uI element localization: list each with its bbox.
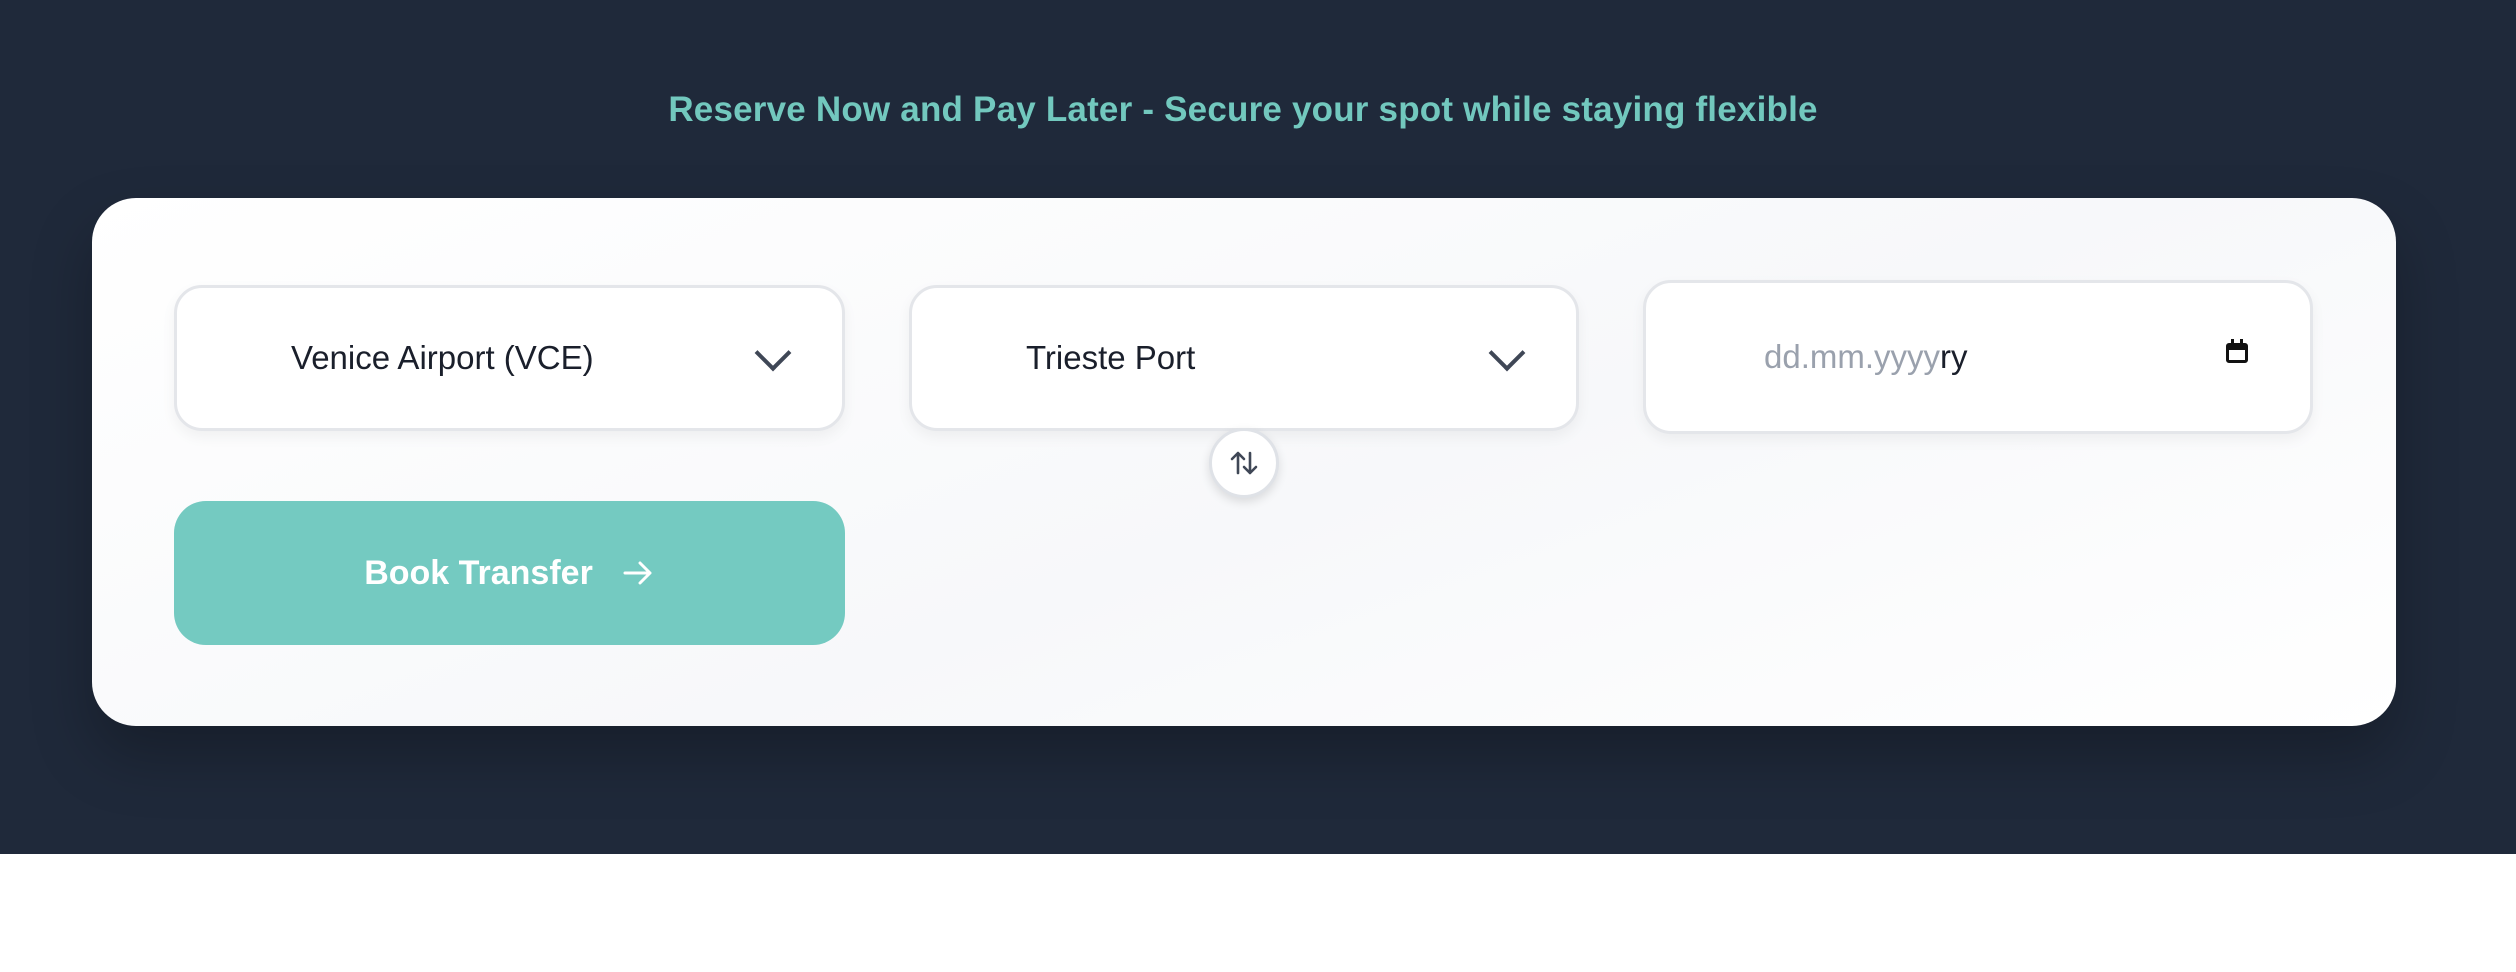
- book-transfer-label: Book Transfer: [364, 553, 593, 592]
- chevron-down-icon: [754, 334, 792, 372]
- date-input[interactable]: dd.mm.yyyyry: [1643, 280, 2313, 434]
- swap-locations-button[interactable]: [1209, 428, 1279, 498]
- date-placeholder: dd.mm.yyyy: [1764, 338, 1941, 375]
- to-location-select[interactable]: Trieste Port: [909, 285, 1579, 431]
- swap-vertical-icon: [1230, 451, 1258, 475]
- tagline: Reserve Now and Pay Later - Secure your …: [668, 90, 1818, 129]
- chevron-down-icon: [1488, 334, 1526, 372]
- arrow-right-icon: [623, 561, 652, 585]
- date-overlap-text: ry: [1940, 338, 1968, 375]
- to-location-value: Trieste Port: [1026, 339, 1196, 376]
- calendar-icon[interactable]: [2226, 339, 2248, 363]
- from-location-select[interactable]: Venice Airport (VCE): [174, 285, 845, 431]
- book-transfer-button[interactable]: Book Transfer: [174, 501, 845, 645]
- from-location-value: Venice Airport (VCE): [291, 339, 594, 376]
